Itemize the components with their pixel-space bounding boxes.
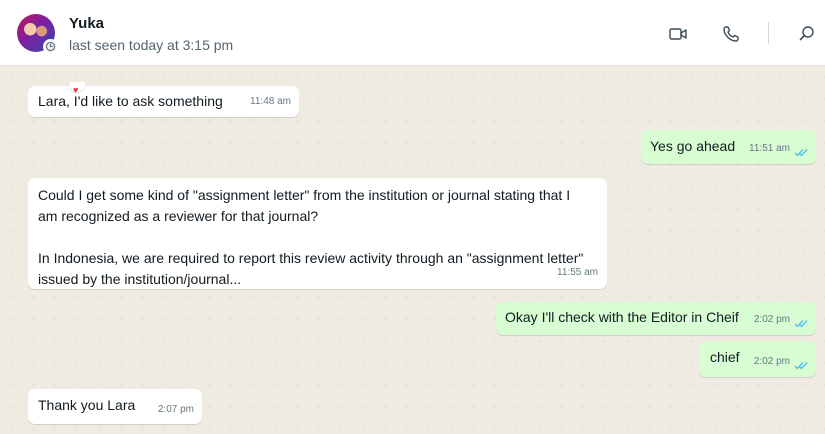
message-bubble-outgoing[interactable]: chief 2:02 pm [699,341,816,377]
message-time: 2:07 pm [157,404,194,415]
message-bubble-incoming[interactable]: Could I get some kind of "assignment let… [28,178,607,289]
status-icon [43,39,58,54]
chat-header: Yuka last seen today at 3:15 pm [0,0,825,66]
message-bubble-incoming[interactable]: Thank you Lara 2:07 pm [28,389,202,424]
message-bubble-incoming[interactable]: ♥ Lara, I'd like to ask something 11:48 … [28,82,299,117]
read-ticks-icon [794,362,808,370]
message-bubble-outgoing[interactable]: Okay I'll check with the Editor in Cheif… [496,302,816,335]
message-list[interactable]: ♥ Lara, I'd like to ask something 11:48 … [0,66,825,434]
voice-call-icon[interactable] [721,24,741,44]
last-seen-status: last seen today at 3:15 pm [69,37,234,53]
message-text: Yes go ahead [650,138,736,154]
message-time: 11:51 am [749,143,790,154]
video-call-icon[interactable] [668,24,688,44]
message-text: Could I get some kind of "assignment let… [38,187,584,287]
message-time: 2:02 pm [753,314,790,325]
search-icon[interactable] [797,24,817,44]
message-time: 11:48 am [250,96,291,107]
contact-name[interactable]: Yuka [69,15,104,32]
message-time: 11:55 am [557,267,598,278]
message-bubble-outgoing[interactable]: Yes go ahead 11:51 am [641,130,816,164]
header-divider [768,22,769,44]
message-time: 2:02 pm [753,356,790,367]
read-ticks-icon [794,149,808,157]
read-ticks-icon [794,320,808,328]
